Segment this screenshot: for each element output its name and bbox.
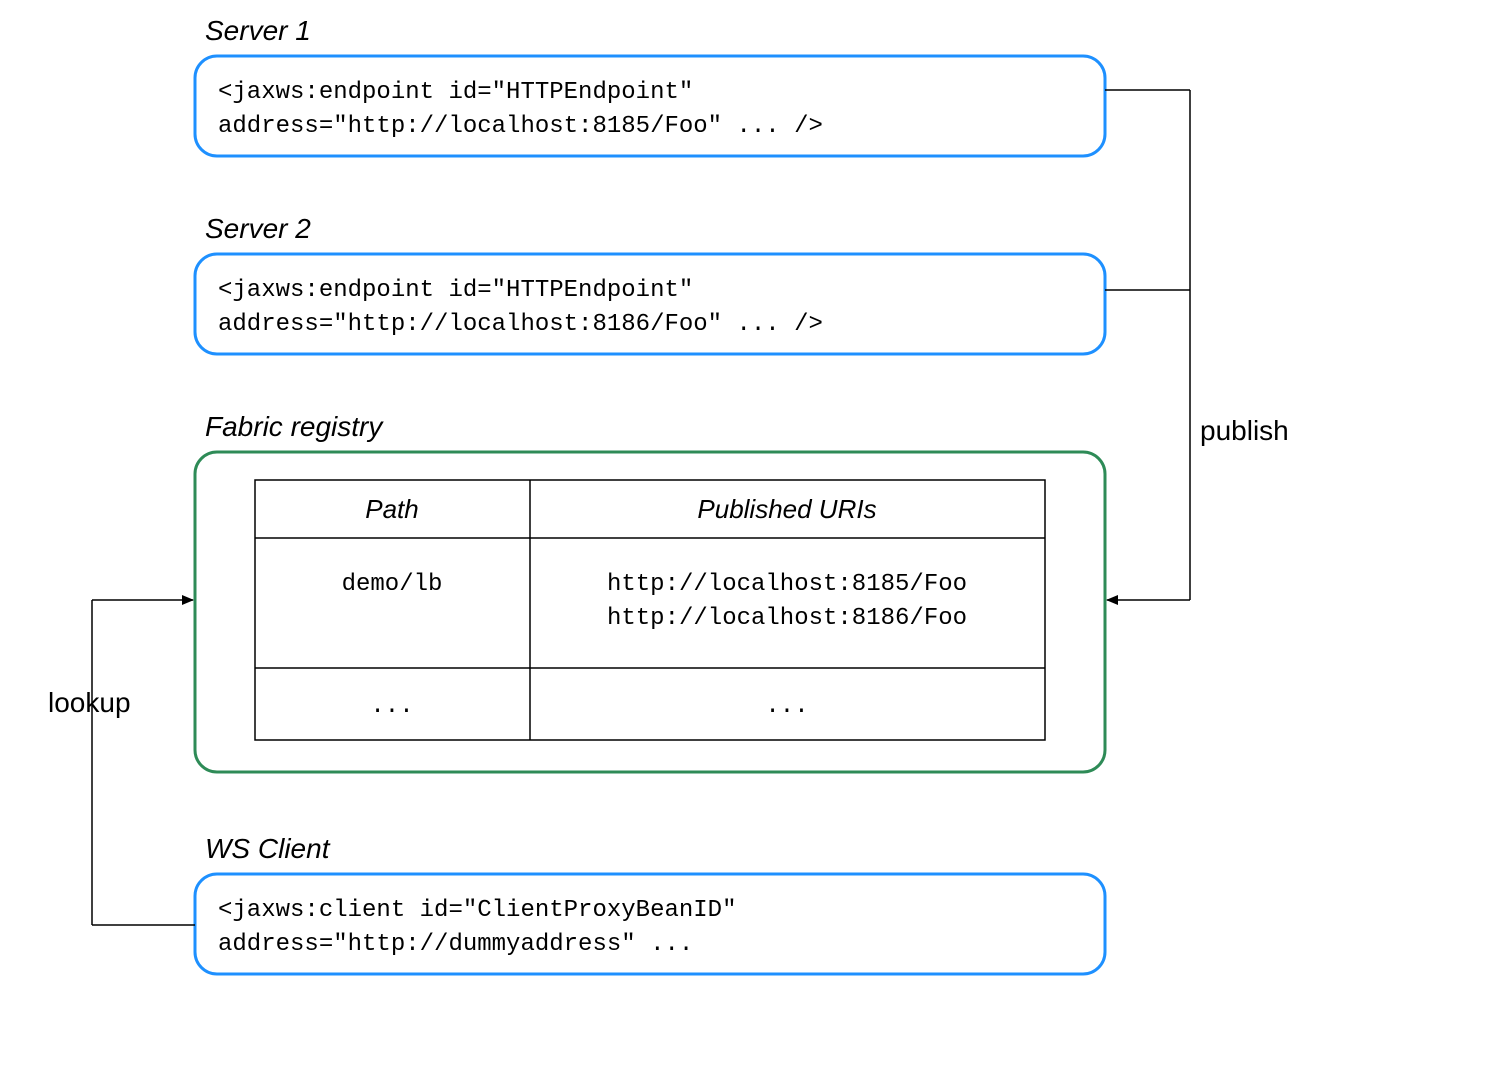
table-header-uris: Published URIs: [697, 494, 876, 524]
server1-code-line1: <jaxws:endpoint id="HTTPEndpoint": [218, 79, 693, 106]
lookup-label: lookup: [48, 687, 131, 718]
publish-label: publish: [1200, 415, 1289, 446]
server1-title: Server 1: [205, 15, 311, 46]
table-header-path: Path: [365, 494, 419, 524]
table-row1-uri1: http://localhost:8185/Foo: [607, 571, 967, 598]
client-title: WS Client: [205, 833, 331, 864]
server2-code-line2: address="http://localhost:8186/Foo" ... …: [218, 311, 823, 338]
registry-table: Path Published URIs demo/lb http://local…: [255, 480, 1045, 740]
table-row2-path: ...: [370, 693, 413, 720]
table-row1-uri2: http://localhost:8186/Foo: [607, 605, 967, 632]
server2-box: [195, 254, 1105, 354]
registry-title: Fabric registry: [205, 411, 384, 442]
client-box: [195, 874, 1105, 974]
table-row1-path: demo/lb: [342, 571, 443, 598]
server1-box: [195, 56, 1105, 156]
client-code-line1: <jaxws:client id="ClientProxyBeanID": [218, 897, 736, 924]
client-code-line2: address="http://dummyaddress" ...: [218, 931, 693, 958]
lookup-connector: [92, 600, 195, 925]
server2-title: Server 2: [205, 213, 311, 244]
server1-code-line2: address="http://localhost:8185/Foo" ... …: [218, 113, 823, 140]
table-row2-uris: ...: [765, 693, 808, 720]
diagram-canvas: Server 1 <jaxws:endpoint id="HTTPEndpoin…: [0, 0, 1488, 1088]
server2-code-line1: <jaxws:endpoint id="HTTPEndpoint": [218, 277, 693, 304]
publish-connector: [1105, 90, 1190, 600]
